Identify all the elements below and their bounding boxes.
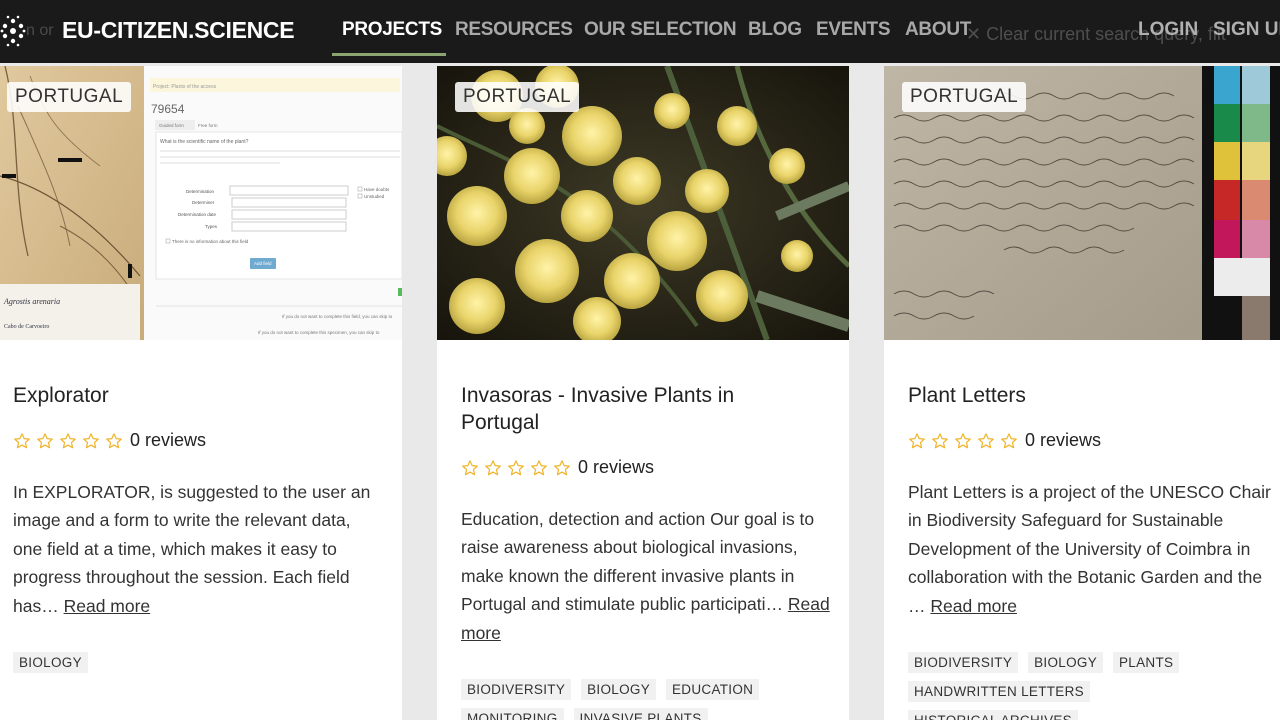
star-rating[interactable]: 0 reviews [13, 430, 206, 451]
svg-text:Guided form: Guided form [159, 123, 184, 128]
star-icon[interactable] [36, 432, 54, 450]
signup-link[interactable]: SIGN UP [1213, 19, 1280, 41]
svg-text:Have doubts: Have doubts [364, 187, 390, 192]
project-title[interactable]: Explorator [13, 382, 393, 409]
active-tab-indicator [332, 53, 446, 56]
svg-text:Free form: Free form [198, 123, 218, 128]
project-card-invasoras[interactable]: PORTUGAL Invasoras - Invasive Plants in … [437, 66, 849, 720]
project-image[interactable]: PORTUGAL [437, 66, 849, 340]
country-badge: PORTUGAL [455, 82, 580, 112]
read-more-link[interactable]: Read more [930, 596, 1017, 616]
svg-text:Types: Types [205, 224, 218, 229]
svg-text:Determination date: Determination date [178, 212, 217, 217]
nav-about[interactable]: ABOUT [905, 19, 971, 41]
svg-text:Add field: Add field [254, 261, 272, 266]
star-rating[interactable]: 0 reviews [908, 430, 1101, 451]
star-icon[interactable] [461, 459, 479, 477]
tag[interactable]: HANDWRITTEN LETTERS [908, 681, 1090, 702]
nav-projects[interactable]: PROJECTS [342, 19, 442, 41]
nav-events[interactable]: EVENTS [816, 19, 891, 41]
star-rating[interactable]: 0 reviews [461, 457, 654, 478]
star-icon[interactable] [954, 432, 972, 450]
nav-blog[interactable]: BLOG [748, 19, 802, 41]
tag[interactable]: BIODIVERSITY [461, 679, 572, 700]
star-icon[interactable] [59, 432, 77, 450]
project-description: Plant Letters is a project of the UNESCO… [908, 478, 1274, 620]
svg-text:There is no information about: There is no information about this field [172, 239, 249, 244]
star-icon[interactable] [908, 432, 926, 450]
svg-text:Unstudied: Unstudied [364, 194, 385, 199]
star-icon[interactable] [13, 432, 31, 450]
tag[interactable]: PLANTS [1113, 652, 1180, 673]
svg-text:Project: Plants of the access: Project: Plants of the access [153, 84, 217, 90]
tag-list: BIODIVERSITY BIOLOGY EDUCATION MONITORIN… [461, 679, 841, 720]
brand-link[interactable]: EU-CITIZEN.SCIENCE [62, 17, 295, 44]
tag[interactable]: BIOLOGY [1028, 652, 1103, 673]
svg-text:79654: 79654 [151, 102, 185, 116]
project-title[interactable]: Invasoras - Invasive Plants in Portugal [461, 382, 801, 436]
tag[interactable]: BIODIVERSITY [908, 652, 1019, 673]
tag[interactable]: BIOLOGY [581, 679, 656, 700]
tag[interactable]: EDUCATION [666, 679, 760, 700]
star-icon[interactable] [530, 459, 548, 477]
project-description: Education, detection and action Our goal… [461, 505, 831, 647]
nav-resources[interactable]: RESOURCES [455, 19, 573, 41]
project-card-plant-letters[interactable]: PORTUGAL Plant Letters 0 reviews Plant L… [884, 66, 1280, 720]
svg-text:Determiner: Determiner [192, 200, 215, 205]
tag-list: BIOLOGY [13, 652, 393, 673]
tag[interactable]: INVASIVE PLANTS [573, 708, 708, 720]
tag[interactable]: BIOLOGY [13, 652, 88, 673]
top-navbar: n or EU-CITIZEN.SCIENCE PROJECTS RESOURC… [0, 0, 1280, 63]
logo-icon[interactable] [0, 14, 26, 48]
project-image[interactable]: PORTUGAL [884, 66, 1280, 340]
country-badge: PORTUGAL [902, 82, 1027, 112]
star-icon[interactable] [82, 432, 100, 450]
tag[interactable]: HISTORICAL ARCHIVES [908, 710, 1078, 720]
star-icon[interactable] [977, 432, 995, 450]
project-description: In EXPLORATOR, is suggested to the user … [13, 478, 383, 620]
svg-text:What is the scientific name of: What is the scientific name of the plant… [160, 139, 249, 145]
tag[interactable]: MONITORING [461, 708, 564, 720]
svg-text:Agrostis arenaria: Agrostis arenaria [3, 297, 60, 306]
review-count: 0 reviews [130, 430, 207, 450]
svg-text:If you do not want to complete: If you do not want to complete this fiel… [282, 314, 393, 319]
description-text: Education, detection and action Our goal… [461, 509, 815, 615]
star-icon[interactable] [484, 459, 502, 477]
svg-text:Determination: Determination [186, 189, 215, 194]
login-link[interactable]: LOGIN [1138, 19, 1198, 41]
project-title[interactable]: Plant Letters [908, 382, 1268, 409]
search-ghost-text: n or [26, 22, 54, 39]
country-badge: PORTUGAL [7, 82, 132, 112]
review-count: 0 reviews [578, 457, 655, 477]
read-more-link[interactable]: Read more [64, 596, 151, 616]
star-icon[interactable] [931, 432, 949, 450]
nav-our-selection[interactable]: OUR SELECTION [584, 19, 737, 41]
review-count: 0 reviews [1025, 430, 1102, 450]
close-icon: ✕ [966, 24, 982, 44]
tag-list: BIODIVERSITY BIOLOGY PLANTS HANDWRITTEN … [908, 652, 1268, 720]
project-image[interactable]: Agrostis arenaria Cabo de Carvoeiro Proj… [0, 66, 402, 340]
star-icon[interactable] [1000, 432, 1018, 450]
svg-text:Cabo de Carvoeiro: Cabo de Carvoeiro [4, 324, 49, 330]
project-card-explorator[interactable]: Agrostis arenaria Cabo de Carvoeiro Proj… [0, 66, 402, 720]
star-icon[interactable] [105, 432, 123, 450]
star-icon[interactable] [507, 459, 525, 477]
star-icon[interactable] [553, 459, 571, 477]
svg-text:If you do not want to complete: If you do not want to complete this spec… [258, 330, 380, 335]
